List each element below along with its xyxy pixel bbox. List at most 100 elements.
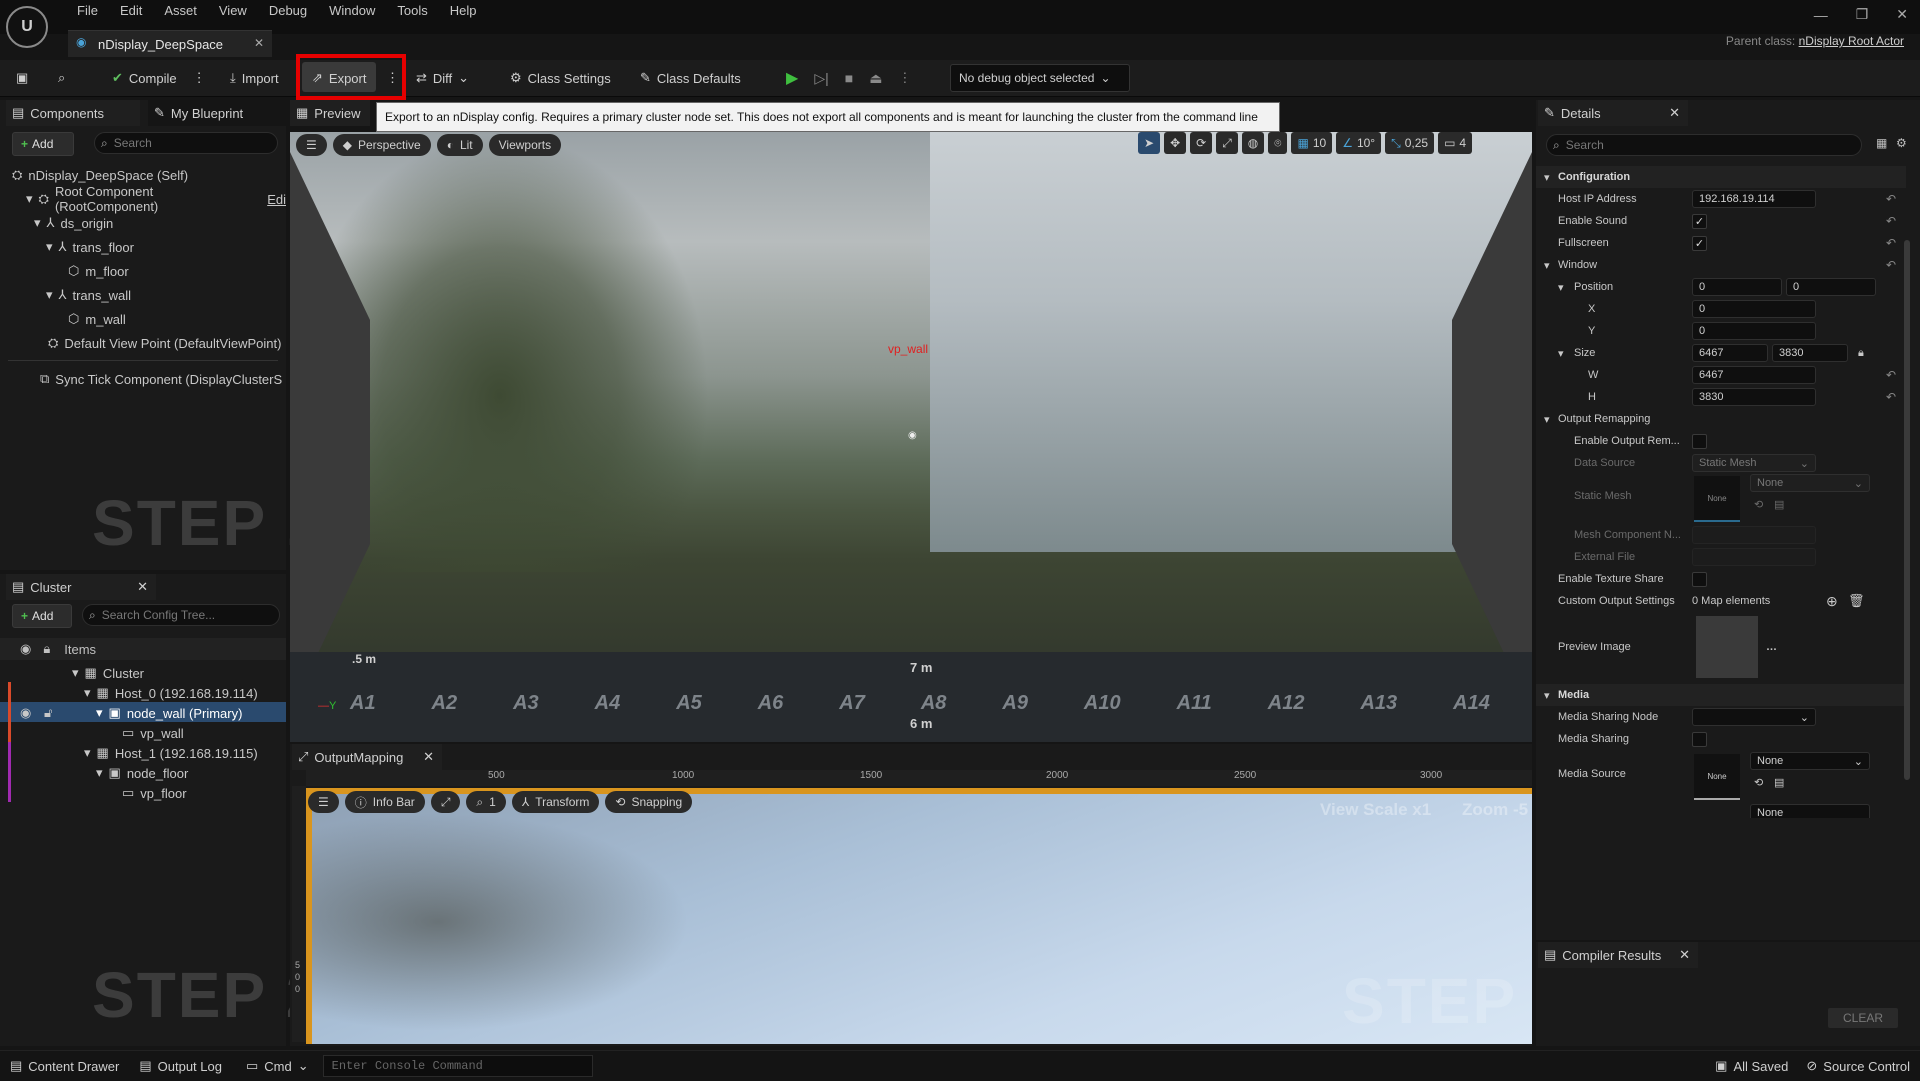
enable-output-remap-checkbox[interactable]	[1692, 433, 1707, 449]
media-sharing-checkbox[interactable]	[1692, 731, 1707, 747]
size-w-input[interactable]: 6467	[1692, 344, 1768, 362]
x-input[interactable]: 0	[1692, 300, 1816, 318]
section-media[interactable]: ▾ Media	[1536, 684, 1906, 706]
host-ip-input[interactable]: 192.168.19.114	[1692, 190, 1816, 208]
content-drawer-button[interactable]: ▤ Content Drawer	[10, 1058, 119, 1074]
compile-options-icon[interactable]: ⋮	[193, 70, 206, 86]
node-wall-visibility[interactable]: ◉	[20, 702, 31, 724]
browse-asset-icon[interactable]: ▤	[1774, 776, 1784, 789]
edit-link[interactable]: Edi	[267, 192, 286, 207]
om-menu-button[interactable]: ☰	[308, 791, 339, 813]
media-source-dropdown[interactable]: None ⌄	[1750, 752, 1870, 770]
parent-class-link[interactable]: nDisplay Root Actor	[1799, 34, 1904, 48]
scale-snap-button[interactable]: ⤡ 0,25	[1385, 132, 1435, 154]
table-view-icon[interactable]: ▦	[1876, 136, 1887, 150]
unreal-logo[interactable]: U	[6, 6, 48, 48]
perspective-button[interactable]: ◆ Perspective	[332, 134, 431, 156]
translate-mode-button[interactable]: ✥	[1164, 132, 1187, 154]
tree-item-vp-floor[interactable]: ▭ vp_floor	[122, 782, 187, 804]
restore-icon[interactable]: ❐	[1856, 6, 1869, 23]
tree-item-m-wall[interactable]: ⬡ m_wall	[68, 308, 126, 330]
tab-preview[interactable]: ▦ Preview	[290, 100, 370, 126]
play-icon[interactable]: ▶	[786, 68, 798, 88]
viewports-button[interactable]: Viewports	[488, 134, 562, 156]
menu-file[interactable]: File	[66, 3, 109, 18]
preview-viewport[interactable]: A1 A2 A3 A4 A5 A6 A7 A8 A9 A10 A11 A12 A…	[290, 132, 1532, 742]
surface-snap-button[interactable]: ⌾	[1268, 132, 1288, 154]
tree-item-host-1[interactable]: ▾ ▦ Host_1 (192.168.19.115)	[84, 742, 258, 764]
details-scrollbar[interactable]	[1904, 240, 1910, 780]
add-element-icon[interactable]: ⊕	[1826, 593, 1838, 610]
menu-edit[interactable]: Edit	[109, 3, 153, 18]
reset-icon[interactable]: ↶	[1886, 390, 1896, 404]
scale-mode-button[interactable]: ⤢	[1216, 132, 1238, 154]
menu-window[interactable]: Window	[318, 3, 386, 18]
close-icon[interactable]: ✕	[1679, 947, 1690, 963]
fullscreen-checkbox[interactable]: ✓	[1692, 235, 1707, 251]
media-dropdown-partial[interactable]: None	[1750, 804, 1870, 818]
source-control-button[interactable]: ⊘ Source Control	[1806, 1058, 1910, 1074]
zoom-button[interactable]: ⌕ 1	[466, 791, 506, 813]
w-input[interactable]: 6467	[1692, 366, 1816, 384]
tab-output-mapping[interactable]: ⤢ OutputMapping ✕	[292, 744, 442, 770]
lock-icon[interactable]: 🔒︎	[43, 641, 50, 657]
step-icon[interactable]: ▷|	[814, 70, 828, 87]
class-settings-button[interactable]: ⚙ Class Settings	[510, 66, 611, 90]
tree-item-vp-wall[interactable]: ▭ vp_wall	[122, 722, 184, 744]
tree-item-host-0[interactable]: ▾ ▦ Host_0 (192.168.19.114)	[84, 682, 258, 704]
preview-image-thumbnail[interactable]	[1696, 616, 1758, 678]
reset-icon[interactable]: ↶	[1886, 368, 1896, 382]
tree-item-self[interactable]: ⛭ nDisplay_DeepSpace (Self)	[12, 164, 188, 186]
use-selected-icon[interactable]: ⟲	[1754, 498, 1763, 511]
reset-icon[interactable]: ↶	[1886, 236, 1896, 250]
enable-sound-checkbox[interactable]: ✓	[1692, 213, 1707, 229]
reset-icon[interactable]: ↶	[1886, 192, 1896, 206]
trash-icon[interactable]: 🗑︎	[1848, 593, 1865, 609]
eject-icon[interactable]: ⏏	[869, 70, 882, 87]
static-mesh-thumbnail[interactable]: None	[1694, 476, 1740, 522]
menu-tools[interactable]: Tools	[386, 3, 438, 18]
snapping-button[interactable]: ⟲ Snapping	[605, 791, 693, 813]
minimize-icon[interactable]: —	[1814, 7, 1828, 23]
tree-item-trans-wall[interactable]: ▾ ⅄ trans_wall	[46, 284, 131, 306]
menu-debug[interactable]: Debug	[258, 3, 318, 18]
clear-button[interactable]: CLEAR	[1828, 1008, 1898, 1028]
menu-view[interactable]: View	[208, 3, 258, 18]
menu-asset[interactable]: Asset	[153, 3, 208, 18]
details-search[interactable]: ⌕ Search	[1546, 134, 1862, 156]
close-icon[interactable]: ✕	[423, 749, 434, 765]
console-input[interactable]: Enter Console Command	[322, 1055, 593, 1077]
tree-item-node-floor[interactable]: ▾ ▣ node_floor	[96, 762, 188, 784]
visibility-icon[interactable]: ◉	[20, 641, 31, 657]
position-x-input[interactable]: 0	[1692, 278, 1782, 296]
enable-texture-share-checkbox[interactable]	[1692, 571, 1707, 587]
diff-button[interactable]: ⇄ Diff ⌄	[416, 66, 469, 90]
tab-cluster[interactable]: ▤ Cluster ✕	[6, 574, 156, 600]
lit-button[interactable]: ◐ Lit	[436, 134, 483, 156]
tree-item-m-floor[interactable]: ⬡ m_floor	[68, 260, 129, 282]
settings-icon[interactable]: ⚙	[1896, 136, 1907, 150]
play-options-icon[interactable]: ⋮	[898, 70, 911, 86]
stop-icon[interactable]: ■	[845, 70, 853, 86]
info-bar-button[interactable]: ⓘ Info Bar	[344, 791, 425, 813]
browse-button[interactable]: ⌕	[58, 66, 65, 90]
reset-icon[interactable]: ↶	[1886, 214, 1896, 228]
compile-button[interactable]: ✔ Compile ⋮	[112, 66, 206, 90]
components-search[interactable]: ⌕ Search	[94, 132, 278, 154]
debug-object-dropdown[interactable]: No debug object selected ⌄	[950, 64, 1130, 92]
close-icon[interactable]: ✕	[137, 579, 148, 595]
tab-my-blueprint[interactable]: ✎ My Blueprint	[148, 100, 286, 126]
y-input[interactable]: 0	[1692, 322, 1816, 340]
output-mapping-canvas[interactable]: STEP 3 View Scale x1 Zoom -5	[306, 788, 1532, 1044]
select-mode-button[interactable]: ➤	[1138, 132, 1161, 154]
static-mesh-dropdown[interactable]: None ⌄	[1750, 474, 1870, 492]
tab-compiler-results[interactable]: ▤ Compiler Results ✕	[1538, 942, 1698, 968]
viewport-menu-button[interactable]: ☰	[296, 134, 327, 156]
import-button[interactable]: ⤓ Import	[230, 66, 279, 90]
tree-item-trans-floor[interactable]: ▾ ⅄ trans_floor	[46, 236, 134, 258]
media-sharing-node-dropdown[interactable]: ⌄	[1692, 708, 1816, 726]
rotate-mode-button[interactable]: ⟳	[1190, 132, 1213, 154]
tree-item-ds-origin[interactable]: ▾ ⅄ ds_origin	[34, 212, 113, 234]
more-options-icon[interactable]: …	[1766, 641, 1777, 653]
reset-icon[interactable]: ↶	[1886, 258, 1896, 272]
